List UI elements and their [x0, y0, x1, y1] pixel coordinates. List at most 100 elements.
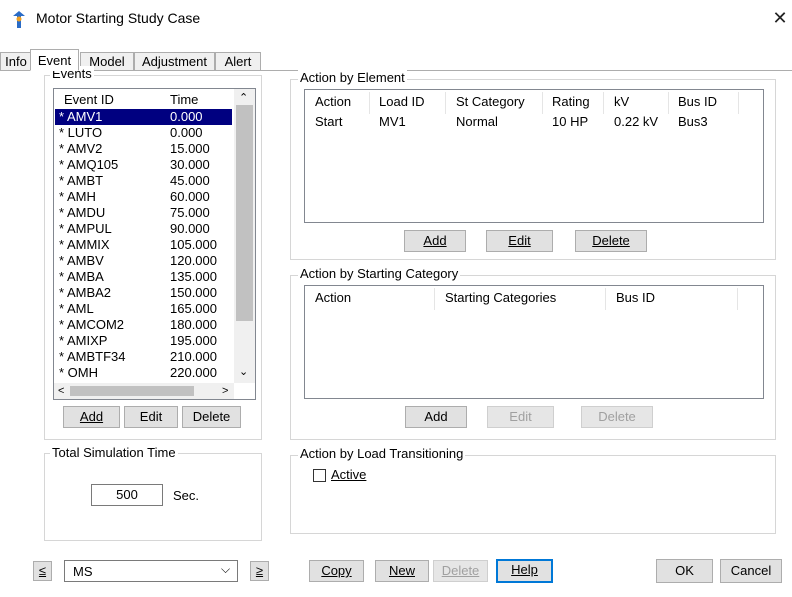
list-item[interactable]: * AMDU 75.000 — [55, 205, 232, 221]
scroll-thumb[interactable] — [236, 105, 253, 321]
list-item[interactable]: * AMMIX 105.000 — [55, 237, 232, 253]
close-icon[interactable]: ✕ — [770, 6, 790, 30]
tab-bar: Info Event Model Adjustment Alert — [0, 49, 792, 72]
tab-event[interactable]: Event — [30, 49, 79, 71]
event-id-cell: * AMV1 — [59, 109, 103, 124]
case-select[interactable]: MS ⌵ — [64, 560, 238, 582]
app-icon — [10, 9, 28, 31]
list-item[interactable]: * AMPUL 90.000 — [55, 221, 232, 237]
list-item[interactable]: * AMBA 135.000 — [55, 269, 232, 285]
next-case-label: ≥ — [255, 563, 264, 578]
table-cell: 10 HP — [552, 114, 589, 129]
event-time-cell: 0.000 — [170, 125, 203, 140]
tab-info[interactable]: Info — [0, 52, 32, 70]
category-add-button[interactable]: Add — [405, 406, 467, 428]
list-item[interactable]: * AMBT 45.000 — [55, 173, 232, 189]
events-edit-label: Edit — [139, 409, 163, 424]
event-id-cell: * AMPUL — [59, 221, 112, 236]
table-cell: Bus3 — [678, 114, 708, 129]
delete-case-label: Delete — [441, 563, 480, 578]
chevron-down-icon[interactable]: ⌵ — [221, 562, 230, 577]
prev-case-button[interactable]: ≤ — [33, 561, 52, 581]
event-id-cell: * AMDU — [59, 205, 106, 220]
title-bar: Motor Starting Study Case ✕ — [0, 0, 792, 40]
window-title: Motor Starting Study Case — [36, 10, 201, 26]
delete-case-button[interactable]: Delete — [433, 560, 488, 582]
scroll-down-icon[interactable]: ⌄ — [239, 365, 248, 378]
category-edit-label: Edit — [509, 409, 532, 424]
event-time-cell: 75.000 — [170, 205, 210, 220]
tab-alert[interactable]: Alert — [215, 52, 261, 70]
list-item[interactable]: * AMBV 120.000 — [55, 253, 232, 269]
action-by-element-table[interactable]: Action Load ID St Category Rating kV Bus… — [304, 89, 764, 223]
cancel-label: Cancel — [730, 563, 772, 578]
event-id-cell: * AMQ105 — [59, 157, 119, 172]
simulation-time-input[interactable]: 500 — [91, 484, 163, 506]
column-header-bus-id: Bus ID — [678, 94, 718, 109]
scroll-up-icon[interactable]: ⌃ — [239, 91, 248, 104]
event-time-cell: 220.000 — [170, 365, 217, 380]
column-header-starting-categories: Starting Categories — [445, 290, 557, 305]
category-delete-button[interactable]: Delete — [581, 406, 653, 428]
event-time-cell: 0.000 — [170, 109, 203, 124]
events-list[interactable]: Event ID Time * AMV1 0.000 * LUTO 0.000 * AM… — [53, 88, 256, 400]
ok-label: OK — [675, 563, 694, 578]
list-item[interactable]: * AMQ105 30.000 — [55, 157, 232, 173]
event-time-cell: 195.000 — [170, 333, 217, 348]
category-add-label: Add — [424, 409, 448, 424]
list-item[interactable]: * AMV1 0.000 — [55, 109, 232, 125]
element-delete-button[interactable]: Delete — [575, 230, 647, 252]
column-header-rating: Rating — [552, 94, 590, 109]
event-id-cell: * AMH — [59, 189, 96, 204]
category-edit-button[interactable]: Edit — [487, 406, 554, 428]
events-edit-button[interactable]: Edit — [124, 406, 178, 428]
list-item[interactable]: * AMH 60.000 — [55, 189, 232, 205]
element-add-button[interactable]: Add — [404, 230, 466, 252]
event-id-cell: * OMH — [59, 365, 98, 380]
next-case-button[interactable]: ≥ — [250, 561, 269, 581]
active-checkbox-label[interactable]: Active — [331, 467, 366, 482]
column-header-load-id: Load ID — [379, 94, 425, 109]
column-separator — [737, 288, 738, 310]
events-vertical-scrollbar[interactable]: ⌃ ⌄ — [234, 89, 255, 383]
list-item[interactable]: * AMV2 15.000 — [55, 141, 232, 157]
event-id-cell: * AMBA — [59, 269, 104, 284]
events-delete-label: Delete — [192, 409, 231, 424]
event-time-cell: 30.000 — [170, 157, 210, 172]
table-cell: MV1 — [379, 114, 406, 129]
events-horizontal-scrollbar[interactable]: < > — [54, 383, 234, 399]
cancel-button[interactable]: Cancel — [720, 559, 782, 583]
action-by-element-label: Action by Element — [298, 70, 407, 85]
event-time-cell: 210.000 — [170, 349, 217, 364]
category-delete-label: Delete — [598, 409, 636, 424]
list-item[interactable]: * AMIXP 195.000 — [55, 333, 232, 349]
list-item[interactable]: * AMBA2 150.000 — [55, 285, 232, 301]
load-transitioning-label: Action by Load Transitioning — [298, 446, 466, 461]
column-separator — [605, 288, 606, 310]
column-header-action: Action — [315, 290, 352, 305]
column-header-event-id: Event ID — [64, 92, 114, 107]
element-delete-label: Delete — [592, 233, 630, 248]
events-delete-button[interactable]: Delete — [182, 406, 241, 428]
help-button[interactable]: Help — [496, 559, 553, 583]
list-item[interactable]: * AMCOM2 180.000 — [55, 317, 232, 333]
list-item[interactable]: * AMBTF34 210.000 — [55, 349, 232, 365]
active-checkbox[interactable] — [313, 469, 326, 482]
ok-button[interactable]: OK — [656, 559, 713, 583]
events-add-button[interactable]: Add — [63, 406, 120, 428]
event-time-cell: 90.000 — [170, 221, 210, 236]
list-item[interactable]: * OMH 220.000 — [55, 365, 232, 381]
event-time-cell: 150.000 — [170, 285, 217, 300]
element-edit-label: Edit — [508, 233, 531, 248]
copy-label: Copy — [321, 563, 352, 578]
list-item[interactable]: * AML 165.000 — [55, 301, 232, 317]
copy-button[interactable]: Copy — [309, 560, 364, 582]
tab-adjustment[interactable]: Adjustment — [134, 52, 215, 70]
scroll-right-icon[interactable]: > — [222, 383, 228, 399]
list-item[interactable]: * LUTO 0.000 — [55, 125, 232, 141]
scroll-left-icon[interactable]: < — [58, 383, 64, 399]
new-button[interactable]: New — [375, 560, 429, 582]
element-edit-button[interactable]: Edit — [486, 230, 553, 252]
hscroll-thumb[interactable] — [70, 386, 194, 396]
starting-category-table[interactable]: Action Starting Categories Bus ID — [304, 285, 764, 399]
